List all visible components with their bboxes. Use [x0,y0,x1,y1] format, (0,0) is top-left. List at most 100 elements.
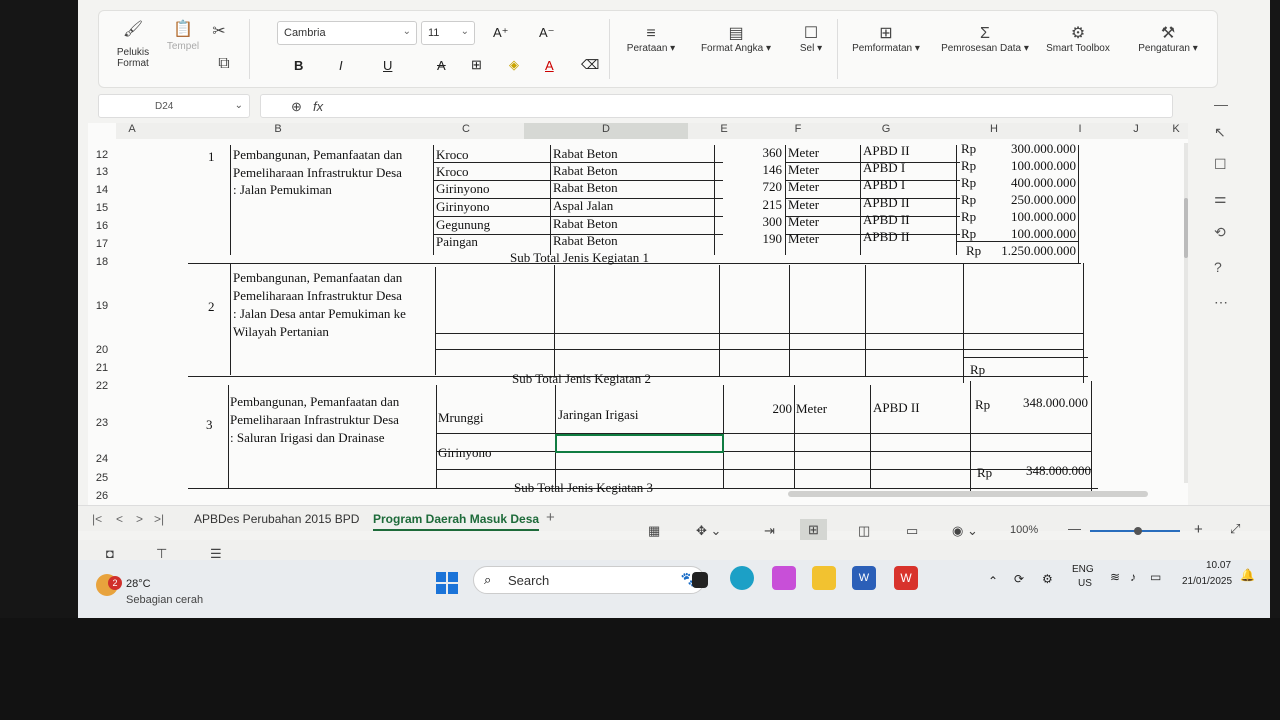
cell-block1-activity-line1[interactable]: Pembangunan, Pemanfaatan dan [233,147,402,163]
row-header[interactable]: 19 [88,300,116,312]
borders-icon[interactable]: ⊞ [471,57,482,73]
increase-font-icon[interactable]: A⁺ [493,25,509,41]
cell-fund-source[interactable]: APBD II [863,143,910,159]
cell-currency[interactable]: Rp [961,141,976,157]
move-icon[interactable]: ✥ ⌄ [696,523,721,539]
cell-location[interactable]: Girinyono [436,199,489,215]
row-header[interactable]: 14 [88,184,116,196]
eraser-icon[interactable]: ⌫ [581,57,599,73]
cell-currency[interactable]: Rp [961,158,976,174]
cell-work-type[interactable]: Aspal Jalan [553,198,613,214]
cell-unit[interactable]: Meter [788,214,819,230]
row-header[interactable]: 16 [88,220,116,232]
row-header[interactable]: 26 [88,490,116,502]
cell-currency[interactable]: Rp [961,175,976,191]
column-header-a[interactable]: A [116,123,148,139]
cell-amount[interactable]: 348.000.000 [993,395,1088,411]
row-header[interactable]: 15 [88,202,116,214]
windows-start-icon[interactable] [436,572,458,594]
view-icon[interactable]: ▦ [648,523,660,539]
column-header-c[interactable]: C [408,123,524,139]
subtotal-amount-1[interactable]: 1.250.000.000 [983,243,1076,259]
row-header[interactable]: 17 [88,238,116,250]
cell-currency[interactable]: Rp [961,226,976,242]
page-layout-icon[interactable]: ◫ [858,523,870,539]
row-header[interactable]: 24 [88,453,116,465]
fullscreen-icon[interactable]: ⤢ [1230,521,1240,537]
more-icon[interactable]: ⋯ [1214,294,1228,311]
cell-block3-activity-line1[interactable]: Pembangunan, Pemanfaatan dan [230,394,399,410]
cell-block1-activity-line3[interactable]: : Jalan Pemukiman [233,182,332,198]
language-code[interactable]: ENG [1072,564,1094,575]
row-header[interactable]: 12 [88,149,116,161]
clock-date[interactable]: 21/01/2025 [1182,576,1232,587]
strikethrough-icon[interactable]: A [437,58,446,73]
cell-work-type[interactable]: Rabat Beton [553,180,618,196]
cell-location[interactable]: Girinyono [436,181,489,197]
cell-fund-source[interactable]: APBD II [873,400,920,416]
cell-currency[interactable]: Rp [975,397,990,413]
column-header-d[interactable]: D [524,123,688,139]
file-explorer-icon[interactable] [812,566,836,590]
cell-block3-number[interactable]: 3 [206,417,213,433]
cell-volume[interactable]: 190 [718,231,783,247]
eye-icon[interactable]: ◉ ⌄ [952,523,978,539]
bold-button[interactable]: B [294,58,303,73]
row-header[interactable]: 18 [88,256,116,268]
subtotal-label-2[interactable]: Sub Total Jenis Kegiatan 2 [512,371,651,387]
cell-block3-activity-line3[interactable]: : Saluran Irigasi dan Drainase [230,430,385,446]
cell-work-type[interactable]: Rabat Beton [553,216,618,232]
cell-location[interactable]: Kroco [436,147,469,163]
weather-desc[interactable]: Sebagian cerah [126,594,203,606]
tray-app-icon[interactable]: ⚙ [1042,572,1053,586]
decrease-font-icon[interactable]: A⁻ [539,25,555,41]
cell-amount[interactable]: 100.000.000 [983,226,1076,242]
horizontal-scrollbar[interactable] [788,491,1148,497]
cell-amount[interactable]: 100.000.000 [983,158,1076,174]
column-header-g[interactable]: G [836,123,936,139]
cell-work-type[interactable]: Jaringan Irigasi [558,407,639,423]
cell-unit[interactable]: Meter [788,162,819,178]
zoom-out-icon[interactable]: — [1068,521,1081,536]
subtotal-currency-2[interactable]: Rp [970,362,985,378]
cell-amount[interactable]: 250.000.000 [983,192,1076,208]
copilot-icon[interactable] [772,566,796,590]
chevron-up-icon[interactable]: ⌃ [988,574,998,588]
cell-volume[interactable]: 720 [718,179,783,195]
cell-location[interactable]: Girinyono [438,445,491,461]
cell-location[interactable]: Paingan [436,234,478,250]
smart-toolbox-button[interactable]: ⚙ Smart Toolbox [1039,25,1117,54]
cell-volume[interactable]: 200 [728,401,793,417]
wifi-icon[interactable]: ≋ [1110,570,1120,584]
cell-block2-number[interactable]: 2 [208,299,215,315]
cell-amount[interactable]: 300.000.000 [983,141,1076,157]
zoom-level[interactable]: 100% [1010,524,1038,536]
sliders-icon[interactable]: ⚌ [1214,190,1227,207]
formula-input[interactable]: ⊕ fx [260,94,1173,118]
cell-location[interactable]: Mrunggi [438,410,484,426]
cell-block1-number[interactable]: 1 [208,149,215,165]
selected-cell-d24[interactable] [555,434,724,453]
row-header[interactable]: 22 [88,380,116,392]
taskbar-search[interactable]: ⌕ Search 🐾 [473,566,705,594]
row-header[interactable]: 13 [88,166,116,178]
subtotal-amount-3[interactable]: 348.000.000 [993,463,1091,479]
row-header[interactable]: 25 [88,472,116,484]
cell-work-type[interactable]: Rabat Beton [553,146,618,162]
data-processing-menu[interactable]: Σ Pemrosesan Data ▾ [935,25,1035,54]
cell-unit[interactable]: Meter [788,197,819,213]
sheet-grid[interactable]: A B C D E F G H I J K 12 13 14 15 16 17 … [88,123,1188,508]
column-header-f[interactable]: F [760,123,836,139]
column-header-b[interactable]: B [148,123,408,139]
settings-menu[interactable]: ⚒ Pengaturan ▾ [1123,25,1213,54]
cell-block2-activity-line2[interactable]: Pemeliharaan Infrastruktur Desa [233,288,402,304]
cell-location[interactable]: Kroco [436,164,469,180]
cut-button[interactable]: ✂ [209,23,229,41]
cell-volume[interactable]: 360 [718,145,783,161]
cell-unit[interactable]: Meter [796,401,827,417]
column-header-k[interactable]: K [1164,123,1188,139]
cell-menu[interactable]: ☐ Sel ▾ [789,25,833,54]
paste-button[interactable]: 📋 Tempel [163,21,203,52]
font-size-select[interactable]: 11 ⌄ [421,21,475,45]
wps-icon[interactable]: W [894,566,918,590]
